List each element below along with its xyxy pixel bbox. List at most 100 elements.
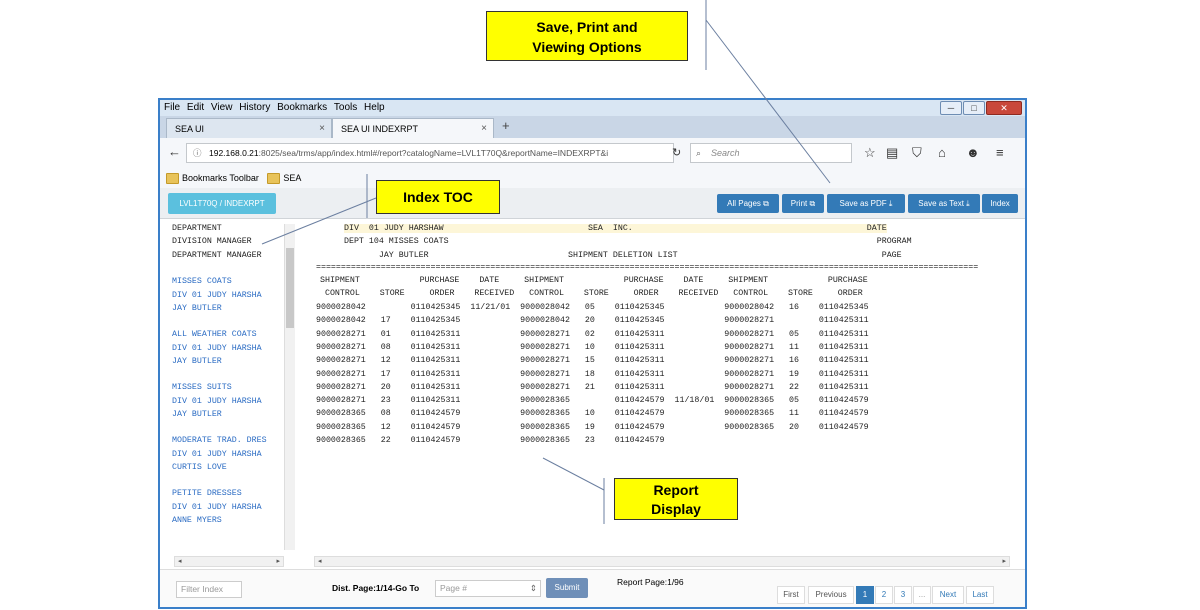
report-separator: ========================================… — [316, 263, 978, 272]
url-path: :8025/sea/trms/app/index.html#/report?ca… — [259, 148, 608, 158]
callout-text: Index TOC — [403, 189, 473, 205]
home-icon[interactable]: ⌂ — [938, 145, 946, 160]
toc-link-department[interactable]: MISSES SUITS — [172, 383, 232, 392]
bookmark-star-icon[interactable]: ☆ — [864, 145, 876, 161]
toc-link-manager[interactable]: ANNE MYERS — [172, 516, 222, 525]
index-button[interactable]: Index — [982, 194, 1018, 213]
dist-page-label: Dist. Page:1/14-Go To — [332, 583, 419, 593]
info-icon[interactable]: ⓘ — [193, 144, 202, 162]
report-horizontal-scrollbar[interactable]: ◂▸ — [314, 556, 1010, 567]
tab-bar: SEA UI × SEA UI INDEXRPT × + — [160, 116, 1025, 138]
chat-icon[interactable]: ☻ — [966, 145, 980, 160]
scrollbar-thumb[interactable] — [286, 248, 294, 328]
tab-sea-ui[interactable]: SEA UI × — [166, 118, 332, 138]
tab-label: SEA UI INDEXRPT — [341, 124, 418, 134]
close-window-button[interactable]: ✕ — [986, 101, 1022, 115]
toc-link-department[interactable]: ALL WEATHER COATS — [172, 330, 257, 339]
bookmark-toolbar-folder[interactable]: Bookmarks Toolbar — [166, 173, 259, 183]
menu-file[interactable]: File — [164, 102, 180, 113]
callout-index-toc: Index TOC — [376, 180, 500, 214]
pocket-icon[interactable]: ⛉ — [912, 145, 922, 161]
new-tab-button[interactable]: + — [502, 118, 510, 133]
spinner-icon[interactable]: ⇕ — [530, 581, 537, 596]
menu-bar: File Edit View History Bookmarks Tools H… — [160, 100, 1025, 116]
menu-tools[interactable]: Tools — [334, 102, 357, 113]
search-input[interactable]: ⌕ Search — [690, 143, 852, 163]
menu-view[interactable]: View — [211, 102, 233, 113]
pagination-first[interactable]: First — [777, 586, 805, 604]
menu-history[interactable]: History — [239, 102, 270, 113]
toc-header-line: DIVISION MANAGER — [172, 237, 252, 246]
toc-link-division[interactable]: DIV 01 JUDY HARSHA — [172, 344, 262, 353]
navigation-bar: ← ⓘ 192.168.0.21:8025/sea/trms/app/index… — [160, 138, 1025, 169]
url-bar[interactable]: ⓘ 192.168.0.21:8025/sea/trms/app/index.h… — [186, 143, 674, 163]
toc-link-manager[interactable]: JAY BUTLER — [172, 304, 222, 313]
scroll-right-icon[interactable]: ▸ — [1002, 557, 1006, 565]
toc-link-department[interactable]: MODERATE TRAD. DRES — [172, 436, 267, 445]
print-button[interactable]: Print ⧉ — [782, 194, 824, 213]
toc-link-division[interactable]: DIV 01 JUDY HARSHA — [172, 397, 262, 406]
toc-link-division[interactable]: DIV 01 JUDY HARSHA — [172, 503, 262, 512]
folder-icon — [166, 173, 179, 184]
scroll-left-icon[interactable]: ◂ — [178, 557, 182, 565]
toc-vertical-scrollbar[interactable] — [284, 224, 295, 550]
report-row: 9000028365 22 0110424579 9000028365 23 0… — [316, 436, 665, 445]
pagination-page-3[interactable]: 3 — [894, 586, 912, 604]
pagination-next[interactable]: Next — [932, 586, 964, 604]
callout-line: Viewing Options — [487, 37, 687, 57]
toc-link-manager[interactable]: CURTIS LOVE — [172, 463, 227, 472]
menu-bookmarks[interactable]: Bookmarks — [277, 102, 327, 113]
callout-line: Report — [615, 481, 737, 500]
toc-link-manager[interactable]: JAY BUTLER — [172, 410, 222, 419]
report-page-label: Report Page:1/96 — [617, 577, 684, 587]
minimize-button[interactable]: ─ — [940, 101, 962, 115]
toc-link-department[interactable]: PETITE DRESSES — [172, 489, 242, 498]
report-header-manager: JAY BUTLER SHIPMENT DELETION LIST PAGE — [344, 251, 902, 260]
pagination-last[interactable]: Last — [966, 586, 994, 604]
tab-label: SEA UI — [175, 124, 204, 134]
tab-sea-ui-indexrpt[interactable]: SEA UI INDEXRPT × — [332, 118, 494, 138]
url-host: 192.168.0.21 — [209, 148, 259, 158]
report-column-header: CONTROL STORE ORDER RECEIVED CONTROL STO… — [320, 289, 863, 298]
bookmark-label: SEA — [283, 173, 301, 183]
report-row: 9000028271 23 0110425311 9000028365 0110… — [316, 396, 869, 405]
clipboard-icon[interactable]: ▤ — [886, 145, 898, 161]
toc-link-department[interactable]: MISSES COATS — [172, 277, 232, 286]
external-link-icon: ⧉ — [809, 199, 815, 208]
report-row: 9000028271 08 0110425311 9000028271 10 0… — [316, 343, 869, 352]
scroll-left-icon[interactable]: ◂ — [318, 557, 322, 565]
all-pages-button[interactable]: All Pages ⧉ — [717, 194, 779, 213]
toc-header-line: DEPARTMENT — [172, 224, 222, 233]
toc-horizontal-scrollbar[interactable]: ◂▸ — [174, 556, 284, 567]
submit-button[interactable]: Submit — [546, 578, 588, 598]
index-toc-panel: DEPARTMENT DIVISION MANAGER DEPARTMENT M… — [162, 220, 298, 550]
report-header-department: DEPT 104 MISSES COATS PROGRAM — [344, 237, 912, 246]
save-as-text-button[interactable]: Save as Text ⤓ — [908, 194, 980, 213]
pagination-previous[interactable]: Previous — [808, 586, 854, 604]
report-id-button[interactable]: LVL1T70Q / INDEXRPT — [168, 193, 276, 214]
scroll-right-icon[interactable]: ▸ — [276, 557, 280, 565]
menu-edit[interactable]: Edit — [187, 102, 204, 113]
report-row: 9000028365 12 0110424579 9000028365 19 0… — [316, 423, 869, 432]
back-icon[interactable]: ← — [168, 144, 181, 159]
callout-report-display: Report Display — [614, 478, 738, 520]
close-tab-icon[interactable]: × — [319, 119, 325, 139]
pagination-page-2[interactable]: 2 — [875, 586, 893, 604]
menu-help[interactable]: Help — [364, 102, 385, 113]
pagination-page-1[interactable]: 1 — [856, 586, 874, 604]
toc-link-manager[interactable]: JAY BUTLER — [172, 357, 222, 366]
report-row: 9000028042 17 0110425345 9000028042 20 0… — [316, 316, 869, 325]
filter-index-input[interactable]: Filter Index — [176, 581, 242, 598]
bookmark-sea-folder[interactable]: SEA — [267, 173, 301, 183]
hamburger-menu-icon[interactable]: ≡ — [996, 145, 1004, 160]
toc-link-division[interactable]: DIV 01 JUDY HARSHA — [172, 450, 262, 459]
external-link-icon: ⧉ — [763, 199, 769, 208]
button-label: Save as PDF — [840, 199, 887, 208]
bookmark-label: Bookmarks Toolbar — [182, 173, 259, 183]
save-as-pdf-button[interactable]: Save as PDF ⤓ — [827, 194, 905, 213]
toc-link-division[interactable]: DIV 01 JUDY HARSHA — [172, 291, 262, 300]
maximize-button[interactable]: □ — [963, 101, 985, 115]
close-tab-icon[interactable]: × — [481, 119, 487, 139]
reload-icon[interactable]: ↻ — [672, 146, 681, 159]
page-number-input[interactable]: Page # ⇕ — [435, 580, 541, 597]
